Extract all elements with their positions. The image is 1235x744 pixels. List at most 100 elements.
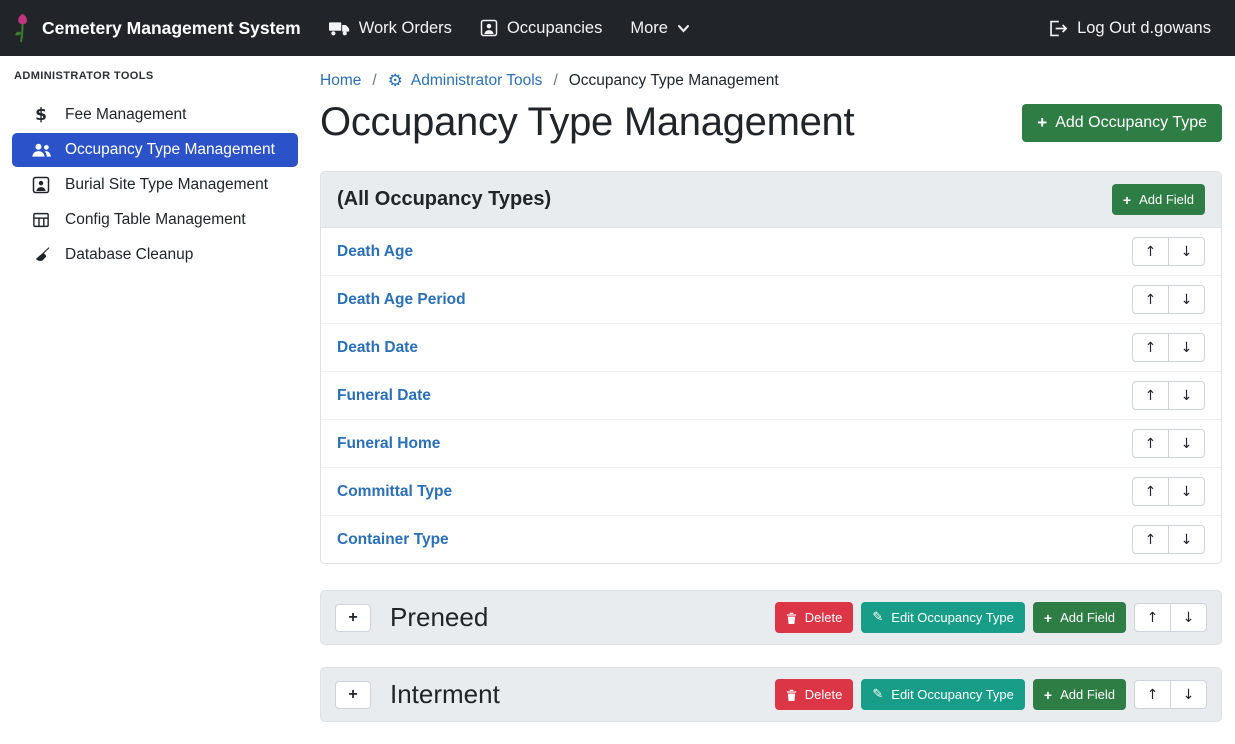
add-field-label: Add Field [1139, 192, 1194, 207]
arrow-down-icon: ↓ [1183, 611, 1195, 625]
arrow-down-icon: ↓ [1181, 341, 1193, 355]
sidebar-item-label: Database Cleanup [65, 246, 193, 264]
all-occupancy-types-title: (All Occupancy Types) [337, 188, 551, 211]
gear-icon: ⚙ [388, 73, 403, 90]
move-down-button[interactable]: ↓ [1170, 603, 1207, 632]
app-title: Cemetery Management System [42, 18, 301, 39]
main-content: Home / ⚙ Administrator Tools / Occupancy… [308, 56, 1235, 744]
move-up-button[interactable]: ↑ [1132, 429, 1169, 458]
add-occupancy-type-button[interactable]: + Add Occupancy Type [1022, 104, 1222, 142]
move-up-button[interactable]: ↑ [1132, 285, 1169, 314]
move-down-button[interactable]: ↓ [1168, 237, 1205, 266]
move-up-button[interactable]: ↑ [1134, 680, 1171, 709]
nav-occupancies-label: Occupancies [507, 19, 602, 38]
move-down-button[interactable]: ↓ [1168, 333, 1205, 362]
flower-logo-icon [14, 13, 31, 43]
sidebar-item-database-cleanup[interactable]: Database Cleanup [12, 238, 298, 272]
sidebar-item-config-table-management[interactable]: Config Table Management [12, 203, 298, 237]
field-row: Death Date ↑ ↓ [321, 324, 1221, 372]
field-link-funeral-date[interactable]: Funeral Date [337, 387, 431, 405]
move-up-button[interactable]: ↑ [1132, 333, 1169, 362]
field-link-death-age[interactable]: Death Age [337, 243, 413, 261]
arrow-down-icon: ↓ [1181, 245, 1193, 259]
reorder-buttons: ↑ ↓ [1132, 333, 1205, 362]
expand-button[interactable]: + [335, 604, 371, 632]
field-link-container-type[interactable]: Container Type [337, 531, 449, 549]
expand-button[interactable]: + [335, 681, 371, 709]
reorder-buttons: ↑ ↓ [1132, 525, 1205, 554]
delete-button[interactable]: Delete [775, 602, 854, 633]
add-field-button[interactable]: + Add Field [1112, 184, 1205, 215]
breadcrumb-current: Occupancy Type Management [569, 72, 779, 90]
nav-more[interactable]: More [616, 11, 704, 46]
delete-label: Delete [805, 610, 843, 625]
sidebar-item-occupancy-type-management[interactable]: Occupancy Type Management [12, 133, 298, 167]
arrow-up-icon: ↑ [1145, 485, 1157, 499]
arrow-down-icon: ↓ [1181, 533, 1193, 547]
section-title: Interment [390, 679, 500, 710]
page-title: Occupancy Type Management [320, 100, 854, 145]
field-link-death-age-period[interactable]: Death Age Period [337, 291, 466, 309]
field-row: Committal Type ↑ ↓ [321, 468, 1221, 516]
app-brand-link[interactable]: Cemetery Management System [14, 13, 301, 43]
trash-icon [786, 689, 797, 701]
table-icon [30, 211, 52, 229]
add-occupancy-type-label: Add Occupancy Type [1055, 114, 1207, 132]
sidebar-item-fee-management[interactable]: $ Fee Management [12, 98, 298, 132]
add-field-button[interactable]: + Add Field [1033, 602, 1126, 633]
move-up-button[interactable]: ↑ [1132, 237, 1169, 266]
move-down-button[interactable]: ↓ [1170, 680, 1207, 709]
all-occupancy-types-card: (All Occupancy Types) + Add Field Death … [320, 171, 1222, 564]
page-layout: Administrator Tools $ Fee Management Occ… [0, 56, 1235, 744]
logout-label: Log Out d.gowans [1077, 19, 1211, 38]
reorder-buttons: ↑ ↓ [1134, 680, 1207, 709]
plus-icon: + [1037, 114, 1047, 131]
field-row: Funeral Date ↑ ↓ [321, 372, 1221, 420]
section-actions: Delete ✎ Edit Occupancy Type + Add Field… [775, 679, 1207, 710]
move-down-button[interactable]: ↓ [1168, 477, 1205, 506]
arrow-down-icon: ↓ [1181, 437, 1193, 451]
arrow-up-icon: ↑ [1147, 611, 1159, 625]
reorder-buttons: ↑ ↓ [1132, 285, 1205, 314]
field-link-death-date[interactable]: Death Date [337, 339, 418, 357]
move-down-button[interactable]: ↓ [1168, 525, 1205, 554]
breadcrumb-admin-tools[interactable]: ⚙ Administrator Tools [388, 72, 543, 90]
add-field-button[interactable]: + Add Field [1033, 679, 1126, 710]
arrow-up-icon: ↑ [1145, 533, 1157, 547]
edit-occupancy-type-button[interactable]: ✎ Edit Occupancy Type [861, 602, 1025, 633]
breadcrumb: Home / ⚙ Administrator Tools / Occupancy… [320, 72, 1222, 90]
nav-work-orders[interactable]: Work Orders [315, 11, 466, 46]
field-row: Container Type ↑ ↓ [321, 516, 1221, 563]
section-title: Preneed [390, 602, 488, 633]
reorder-buttons: ↑ ↓ [1132, 429, 1205, 458]
field-link-committal-type[interactable]: Committal Type [337, 483, 452, 501]
field-link-funeral-home[interactable]: Funeral Home [337, 435, 440, 453]
move-up-button[interactable]: ↑ [1132, 381, 1169, 410]
nav-occupancies[interactable]: Occupancies [466, 11, 616, 46]
all-occupancy-types-header: (All Occupancy Types) + Add Field [321, 172, 1221, 228]
sidebar-heading: Administrator Tools [14, 70, 298, 82]
breadcrumb-admin-tools-label: Administrator Tools [411, 72, 543, 90]
delete-button[interactable]: Delete [775, 679, 854, 710]
move-down-button[interactable]: ↓ [1168, 285, 1205, 314]
move-up-button[interactable]: ↑ [1134, 603, 1171, 632]
arrow-up-icon: ↑ [1145, 437, 1157, 451]
add-field-label: Add Field [1060, 610, 1115, 625]
reorder-buttons: ↑ ↓ [1134, 603, 1207, 632]
plus-icon: + [1044, 688, 1052, 702]
move-down-button[interactable]: ↓ [1168, 429, 1205, 458]
arrow-down-icon: ↓ [1181, 389, 1193, 403]
occupancy-type-section-preneed: + Preneed Delete ✎ Edit Occupancy Typ [320, 590, 1222, 645]
logout-link[interactable]: Log Out d.gowans [1048, 19, 1211, 38]
nav-more-label: More [630, 19, 668, 38]
move-up-button[interactable]: ↑ [1132, 477, 1169, 506]
breadcrumb-home[interactable]: Home [320, 72, 361, 90]
move-down-button[interactable]: ↓ [1168, 381, 1205, 410]
sidebar-item-label: Fee Management [65, 106, 187, 124]
arrow-up-icon: ↑ [1147, 688, 1159, 702]
edit-occupancy-type-button[interactable]: ✎ Edit Occupancy Type [861, 679, 1025, 710]
reorder-buttons: ↑ ↓ [1132, 381, 1205, 410]
move-up-button[interactable]: ↑ [1132, 525, 1169, 554]
sidebar-item-burial-site-type-management[interactable]: Burial Site Type Management [12, 168, 298, 202]
main-nav: Work Orders Occupancies More [315, 11, 704, 46]
